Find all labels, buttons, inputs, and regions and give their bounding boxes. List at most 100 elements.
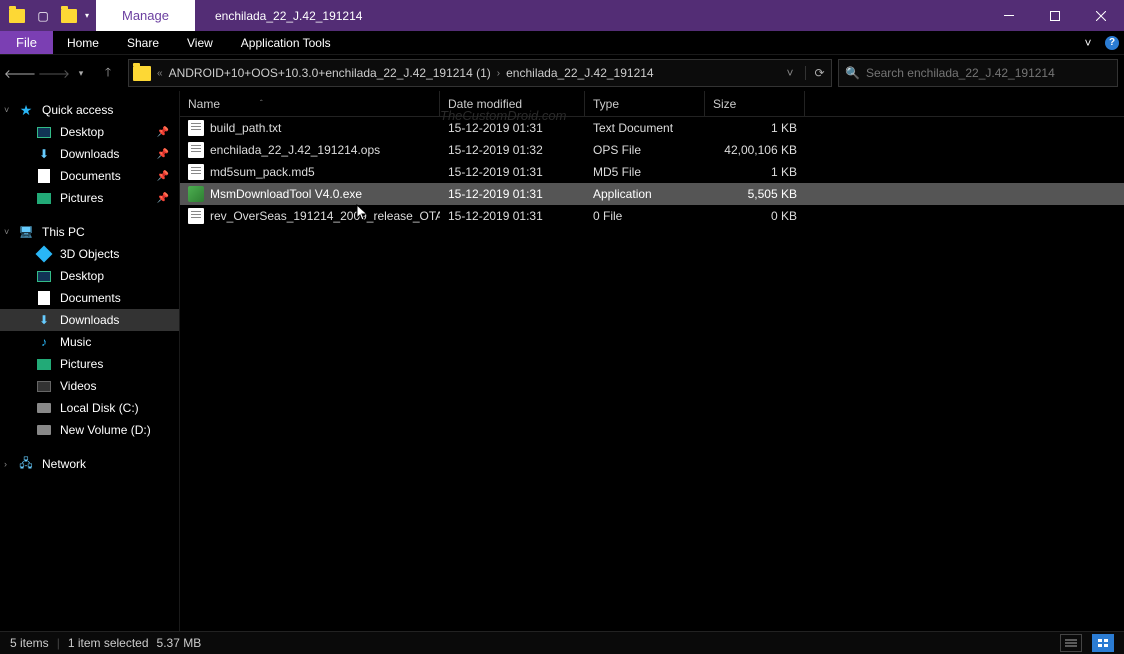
refresh-button[interactable]: ⟳ [805, 66, 827, 80]
expand-icon[interactable]: › [4, 459, 7, 469]
qat-dropdown-icon[interactable]: ▾ [82, 11, 92, 20]
sidebar-item-music[interactable]: ♪ Music [0, 331, 179, 353]
search-input[interactable] [866, 66, 1111, 80]
navigation-pane: ˅ ★ Quick access Desktop📌 ⬇Downloads📌 Do… [0, 91, 180, 631]
sidebar-item-label: Videos [60, 379, 96, 393]
window-title: enchilada_22_J.42_191214 [195, 0, 986, 31]
expand-icon[interactable]: ˅ [4, 105, 9, 115]
title-bar: ▢ ▾ Manage enchilada_22_J.42_191214 [0, 0, 1124, 31]
view-details-button[interactable] [1060, 634, 1082, 652]
sidebar-item-label: Downloads [60, 147, 119, 161]
address-row: 🡐 🡒 ▾ 🡑 « ANDROID+10+OOS+10.3.0+enchilad… [0, 55, 1124, 91]
sidebar-item-label: Documents [60, 291, 121, 305]
sidebar-item-documents[interactable]: Documents📌 [0, 165, 179, 187]
videos-icon [36, 378, 52, 394]
table-row[interactable]: MsmDownloadTool V4.0.exe15-12-2019 01:31… [180, 183, 1124, 205]
table-row[interactable]: rev_OverSeas_191214_2009_release_OTA-...… [180, 205, 1124, 227]
sidebar-item-downloads[interactable]: ⬇Downloads📌 [0, 143, 179, 165]
sidebar-item-label: Music [60, 335, 91, 349]
file-size: 1 KB [705, 121, 805, 135]
forward-button[interactable]: 🡒 [40, 59, 68, 87]
help-button[interactable]: ? [1100, 31, 1124, 54]
pin-icon: 📌 [157, 193, 169, 204]
sidebar-item-documents[interactable]: Documents [0, 287, 179, 309]
column-header-type[interactable]: Type [585, 91, 705, 116]
view-large-icons-button[interactable] [1092, 634, 1114, 652]
chevron-right-icon[interactable]: › [497, 68, 500, 79]
sidebar-item-desktop[interactable]: Desktop [0, 265, 179, 287]
close-button[interactable] [1078, 0, 1124, 31]
table-row[interactable]: md5sum_pack.md515-12-2019 01:31MD5 File1… [180, 161, 1124, 183]
help-icon: ? [1105, 36, 1119, 50]
file-icon [188, 142, 204, 158]
sidebar-item-label: Desktop [60, 269, 104, 283]
status-size: 5.37 MB [157, 636, 202, 650]
column-label: Name [188, 97, 220, 111]
address-bar[interactable]: « ANDROID+10+OOS+10.3.0+enchilada_22_J.4… [128, 59, 832, 87]
sidebar-item-label: 3D Objects [60, 247, 119, 261]
music-icon: ♪ [36, 334, 52, 350]
file-size: 1 KB [705, 165, 805, 179]
ribbon-tabs: File Home Share View Application Tools ˅… [0, 31, 1124, 55]
sidebar-network[interactable]: › 🖧 Network [0, 453, 179, 475]
disk-icon [36, 400, 52, 416]
column-header-date[interactable]: Date modified [440, 91, 585, 116]
tab-application-tools[interactable]: Application Tools [227, 31, 345, 54]
back-button[interactable]: 🡐 [6, 59, 34, 87]
sidebar-item-local-disk[interactable]: Local Disk (C:) [0, 397, 179, 419]
file-date: 15-12-2019 01:31 [440, 187, 585, 201]
tab-view[interactable]: View [173, 31, 227, 54]
file-date: 15-12-2019 01:32 [440, 143, 585, 157]
table-row[interactable]: enchilada_22_J.42_191214.ops 15-12-2019 0… [180, 139, 1124, 161]
ribbon-context-tab[interactable]: Manage [96, 0, 195, 31]
tab-share[interactable]: Share [113, 31, 173, 54]
file-icon [188, 120, 204, 136]
file-type: Text Document [585, 121, 705, 135]
expand-icon[interactable]: ˅ [4, 227, 9, 237]
pin-icon: 📌 [157, 171, 169, 182]
column-header-size[interactable]: Size [705, 91, 805, 116]
sidebar-item-pictures[interactable]: Pictures📌 [0, 187, 179, 209]
file-date: 15-12-2019 01:31 [440, 121, 585, 135]
maximize-button[interactable] [1032, 0, 1078, 31]
file-type: MD5 File [585, 165, 705, 179]
sidebar-item-pictures[interactable]: Pictures [0, 353, 179, 375]
breadcrumb-segment[interactable]: enchilada_22_J.42_191214 [504, 66, 655, 80]
documents-icon [36, 168, 52, 184]
disk-icon [36, 422, 52, 438]
sidebar-item-downloads[interactable]: ⬇Downloads [0, 309, 179, 331]
file-size: 5,505 KB [705, 187, 805, 201]
breadcrumb-segment[interactable]: ANDROID+10+OOS+10.3.0+enchilada_22_J.42_… [167, 66, 493, 80]
sidebar-item-3d-objects[interactable]: 3D Objects [0, 243, 179, 265]
new-folder-icon[interactable] [58, 5, 80, 27]
recent-dropdown[interactable]: ▾ [74, 59, 88, 87]
file-tab[interactable]: File [0, 31, 53, 54]
downloads-icon: ⬇ [36, 312, 52, 328]
address-dropdown-icon[interactable]: ˅ [779, 66, 801, 80]
sidebar-item-new-volume[interactable]: New Volume (D:) [0, 419, 179, 441]
table-row[interactable]: build_path.txt15-12-2019 01:31Text Docum… [180, 117, 1124, 139]
ribbon-collapse-icon[interactable]: ˅ [1076, 31, 1100, 54]
sidebar-item-videos[interactable]: Videos [0, 375, 179, 397]
sidebar-this-pc[interactable]: ˅ 🖥 This PC [0, 221, 179, 243]
documents-icon [36, 290, 52, 306]
explorer-icon[interactable] [6, 5, 28, 27]
sidebar-quick-access[interactable]: ˅ ★ Quick access [0, 99, 179, 121]
pictures-icon [36, 356, 52, 372]
sort-asc-icon: ˆ [260, 99, 263, 108]
file-name: rev_OverSeas_191214_2009_release_OTA-... [210, 209, 440, 223]
file-name: enchilada_22_J.42_191214.ops [210, 143, 380, 157]
file-date: 15-12-2019 01:31 [440, 209, 585, 223]
file-rows: build_path.txt15-12-2019 01:31Text Docum… [180, 117, 1124, 631]
sidebar-item-label: Pictures [60, 357, 103, 371]
up-button[interactable]: 🡑 [94, 59, 122, 87]
tab-home[interactable]: Home [53, 31, 113, 54]
file-list-pane: Name ˆ Date modified Type Size build_path… [180, 91, 1124, 631]
3d-objects-icon [36, 246, 52, 262]
minimize-button[interactable] [986, 0, 1032, 31]
breadcrumb-prefix: « [157, 68, 163, 79]
column-header-name[interactable]: Name ˆ [180, 91, 440, 116]
properties-icon[interactable]: ▢ [32, 5, 54, 27]
search-box[interactable]: 🔍 [838, 59, 1118, 87]
sidebar-item-desktop[interactable]: Desktop📌 [0, 121, 179, 143]
